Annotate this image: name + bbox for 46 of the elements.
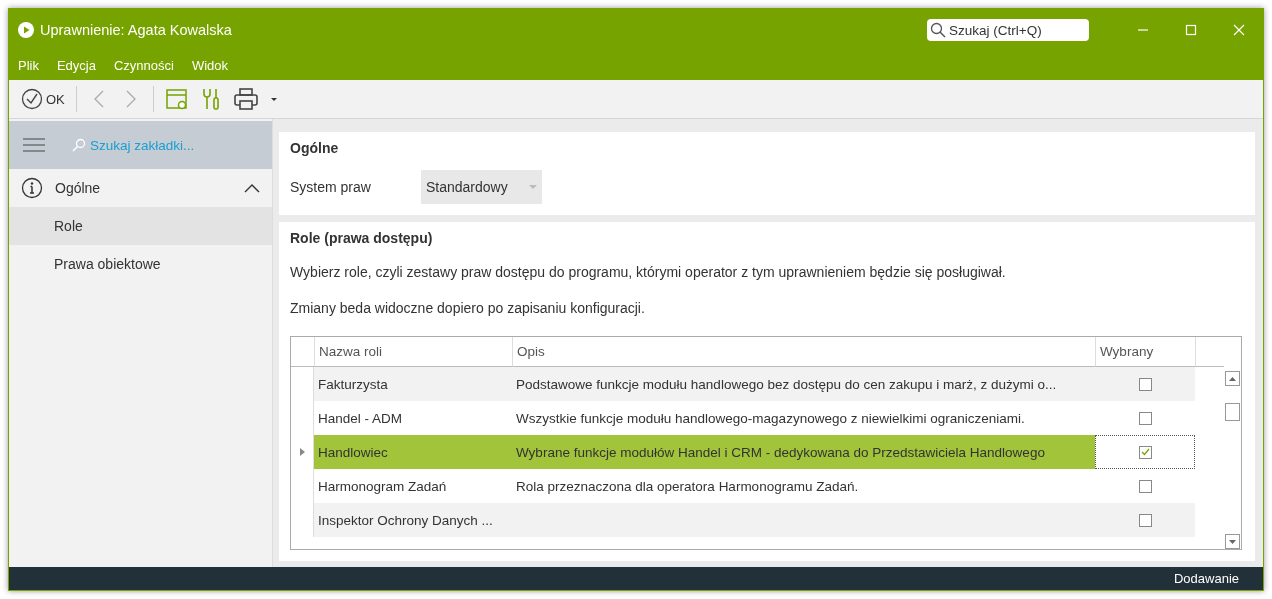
scroll-down-button[interactable] xyxy=(1225,534,1240,549)
sidebar-item[interactable]: Prawa obiektowe xyxy=(9,245,272,283)
window-title: Uprawnienie: Agata Kowalska xyxy=(40,22,233,38)
table-cell: Wybrane funkcje modułów Handel i CRM - dedykowana do Przedstawiciela Handlowego xyxy=(512,435,1095,469)
empty-column-header xyxy=(1195,337,1224,367)
search-icon xyxy=(72,138,86,152)
sidebar-item[interactable]: Role xyxy=(9,207,272,245)
search-field[interactable]: Szukaj (Ctrl+Q) xyxy=(927,19,1089,41)
table-cell-text: Rola przeznaczona dla operatora Harmonogramu Zadań. xyxy=(515,477,860,496)
calendar-gear-icon xyxy=(164,87,189,111)
ok-button[interactable]: OK xyxy=(19,84,67,114)
arrow-up-icon xyxy=(1229,376,1236,381)
check-circle-icon xyxy=(21,88,43,110)
section-title: Ogólne xyxy=(290,140,340,156)
close-icon xyxy=(1233,24,1245,36)
table-cell: Handlowiec xyxy=(314,435,512,469)
checkbox[interactable] xyxy=(1138,445,1152,459)
search-icon xyxy=(930,22,946,38)
checkbox[interactable] xyxy=(1138,479,1152,493)
table-cell-text: Wszystkie funkcje modułu handlowego-magazynowego z niewielkimi ograniczeniami. xyxy=(515,409,1026,428)
maximize-icon xyxy=(1185,24,1197,36)
section-header[interactable]: Ogólne xyxy=(55,180,232,196)
dropdown-field[interactable]: Standardowy xyxy=(421,170,542,204)
section-title: Role (prawa dostępu) xyxy=(290,230,434,246)
note-text: Zmiany beda widoczne dopiero po zapisaniu konfiguracji. xyxy=(290,300,646,316)
field-label: System praw xyxy=(290,179,372,195)
scroll-up-button[interactable] xyxy=(1225,371,1240,386)
checkbox[interactable] xyxy=(1138,411,1152,425)
scrollbar-thumb[interactable] xyxy=(1225,403,1240,421)
status-text: Dodawanie xyxy=(1173,571,1239,586)
table-cell-text: Harmonogram Zadań xyxy=(317,477,448,496)
collapse-icon[interactable] xyxy=(244,183,260,193)
arrow-down-icon xyxy=(1229,539,1236,544)
checkbox[interactable] xyxy=(1138,513,1152,527)
checkbox[interactable] xyxy=(1138,377,1152,391)
play-icon xyxy=(18,22,34,38)
description-text: Wybierz role, czyli zestawy praw dostępu do programu, którymi operator z tym uprawnieniem będzie się posługiwał. xyxy=(290,264,1007,280)
print-icon xyxy=(232,87,259,111)
caret-icon xyxy=(529,184,537,190)
table-cell: Inspektor Ochrony Danych ... xyxy=(314,503,512,537)
table-cell-text: Handel - ADM xyxy=(317,409,404,428)
table-cell: Podstawowe funkcje modułu handlowego bez dostępu do cen zakupu i marż, z dużymi o... xyxy=(512,367,1095,401)
info-icon xyxy=(21,177,43,199)
menu-icon xyxy=(23,138,45,152)
table-cell: Fakturzysta xyxy=(314,367,512,401)
checkmark-icon xyxy=(1140,448,1150,456)
